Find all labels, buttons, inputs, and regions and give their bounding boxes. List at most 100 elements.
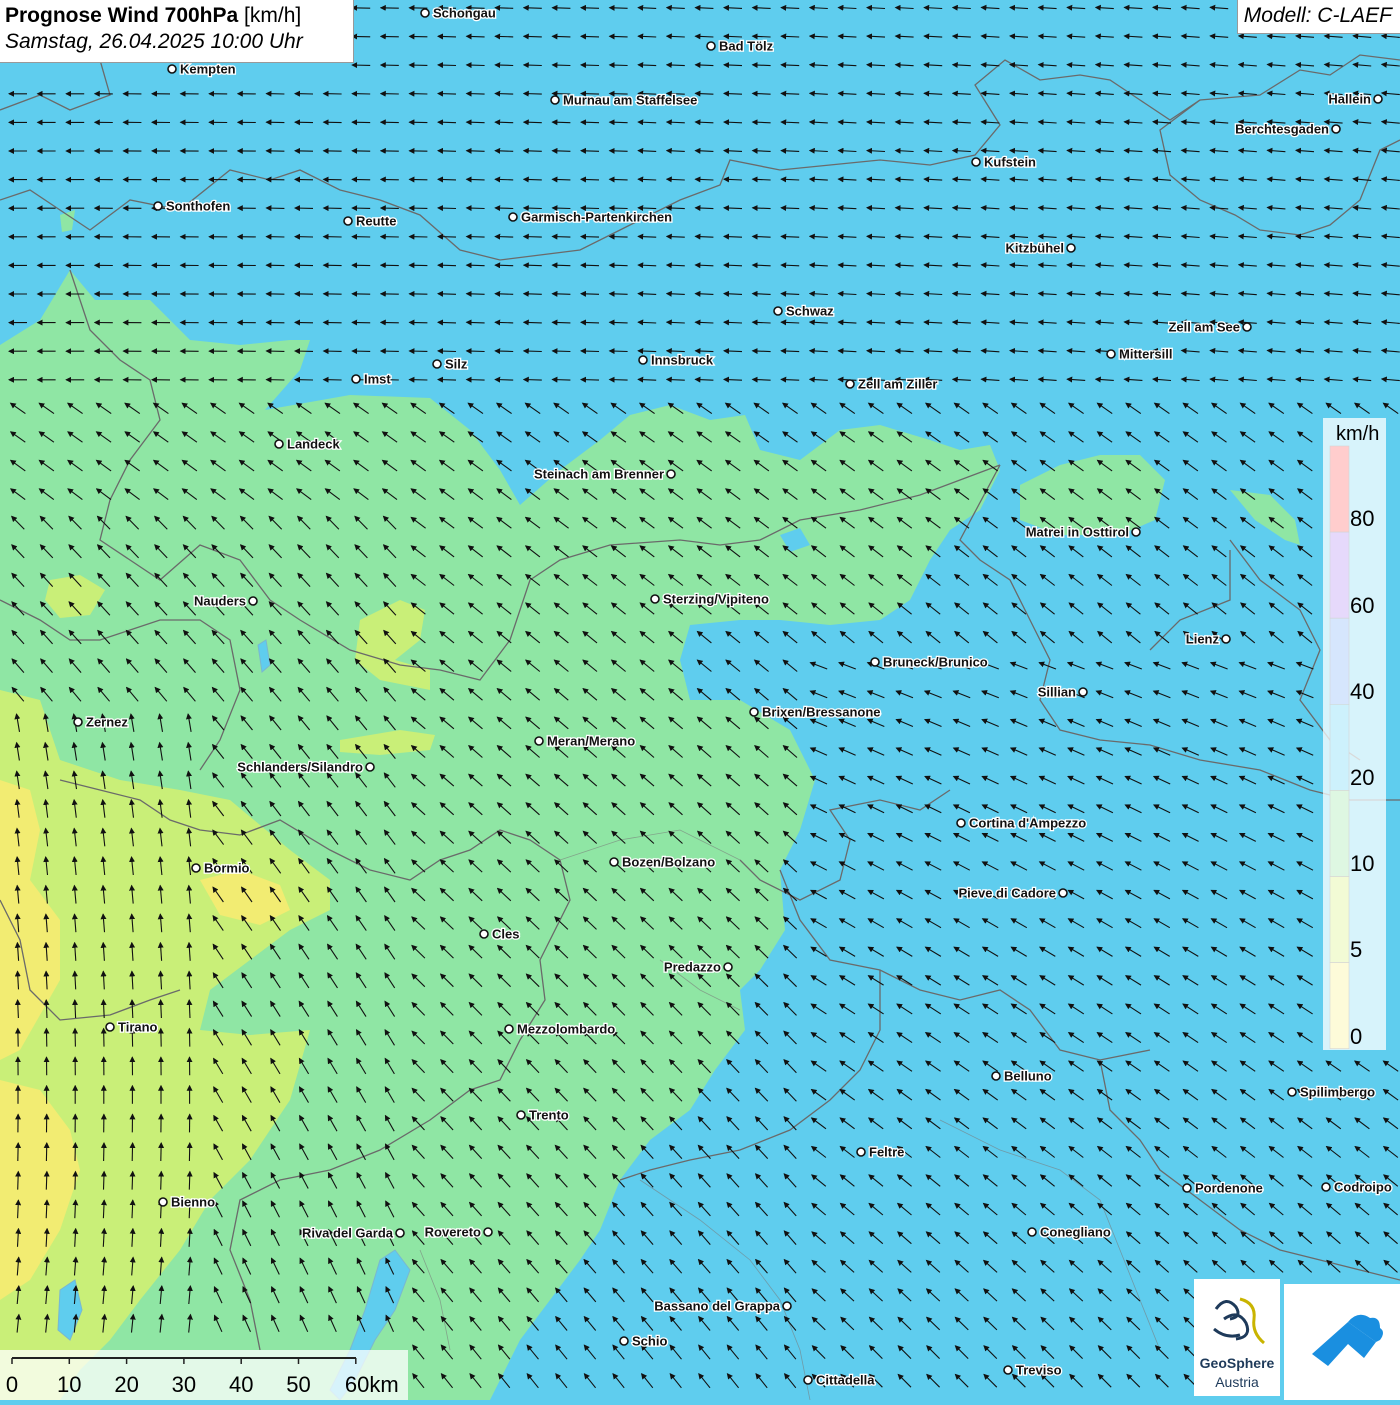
place-marker[interactable]	[651, 595, 659, 603]
cloud-arrow-icon	[1284, 1284, 1400, 1400]
wind-arrow	[495, 151, 513, 152]
wind-arrow	[581, 265, 599, 266]
wind-arrow	[467, 151, 485, 152]
wind-arrow	[581, 122, 599, 123]
place-marker[interactable]	[517, 1111, 525, 1119]
scale-tick-label: 60km	[345, 1372, 399, 1397]
place-marker[interactable]	[857, 1148, 865, 1156]
place-marker[interactable]	[1079, 688, 1087, 696]
wind-arrow	[524, 122, 542, 123]
place-marker[interactable]	[484, 1228, 492, 1236]
wind-arrow	[524, 8, 542, 9]
wind-arrow	[467, 36, 485, 37]
legend-label-0: 0	[1350, 1024, 1362, 1050]
place-label: Matrei in Osttirol	[1026, 525, 1129, 540]
place-label: Zell am See	[1168, 320, 1240, 335]
place-marker[interactable]	[774, 307, 782, 315]
place-marker[interactable]	[1243, 323, 1251, 331]
place-marker[interactable]	[1374, 95, 1382, 103]
wind-arrow	[495, 36, 513, 37]
place-label: Zernez	[86, 715, 128, 730]
place-marker[interactable]	[106, 1023, 114, 1031]
wind-arrow	[161, 1172, 162, 1190]
wind-arrow	[467, 94, 485, 95]
wind-arrow	[75, 1172, 76, 1190]
place-marker[interactable]	[992, 1072, 1000, 1080]
place-marker[interactable]	[1028, 1228, 1036, 1236]
place-marker[interactable]	[610, 858, 618, 866]
wind-arrow	[581, 151, 599, 152]
place-label: Kitzbühel	[1006, 241, 1065, 256]
app-logo[interactable]	[1284, 1284, 1400, 1400]
place-marker[interactable]	[168, 65, 176, 73]
place-label: Imst	[364, 372, 391, 387]
wind-arrow	[467, 237, 485, 238]
wind-arrow	[552, 36, 570, 37]
place-marker[interactable]	[804, 1376, 812, 1384]
place-marker[interactable]	[344, 217, 352, 225]
place-marker[interactable]	[159, 1198, 167, 1206]
scale-bar: 0102030405060km	[0, 1350, 408, 1400]
wind-arrow	[495, 322, 513, 323]
place-marker[interactable]	[1067, 244, 1075, 252]
place-label: Reutte	[356, 214, 396, 229]
wind-map[interactable]: SchongauBad TölzKemptenMurnau am Staffel…	[0, 0, 1400, 1400]
place-marker[interactable]	[505, 1025, 513, 1033]
place-marker[interactable]	[480, 930, 488, 938]
place-marker[interactable]	[1132, 528, 1140, 536]
wind-arrow	[610, 8, 628, 9]
place-marker[interactable]	[1332, 125, 1340, 133]
place-marker[interactable]	[957, 819, 965, 827]
place-marker[interactable]	[74, 718, 82, 726]
place-marker[interactable]	[535, 737, 543, 745]
place-label: Bruneck/Brunico	[883, 655, 988, 670]
place-marker[interactable]	[509, 213, 517, 221]
place-marker[interactable]	[1322, 1183, 1330, 1191]
legend-label-80: 80	[1350, 506, 1374, 532]
place-label: Sillian	[1038, 685, 1076, 700]
place-marker[interactable]	[1288, 1088, 1296, 1096]
place-label: Silz	[445, 357, 468, 372]
place-marker[interactable]	[396, 1229, 404, 1237]
place-marker[interactable]	[154, 202, 162, 210]
place-marker[interactable]	[366, 763, 374, 771]
place-marker[interactable]	[352, 375, 360, 383]
place-marker[interactable]	[750, 708, 758, 716]
place-label: Schwaz	[786, 304, 834, 319]
place-marker[interactable]	[620, 1337, 628, 1345]
place-marker[interactable]	[783, 1302, 791, 1310]
place-marker[interactable]	[639, 356, 647, 364]
wind-arrow	[495, 237, 513, 238]
place-marker[interactable]	[421, 9, 429, 17]
place-marker[interactable]	[1107, 350, 1115, 358]
wind-arrow	[495, 208, 513, 209]
place-marker[interactable]	[846, 380, 854, 388]
wind-arrow	[467, 294, 485, 295]
wind-arrow	[438, 237, 456, 238]
place-marker[interactable]	[1222, 635, 1230, 643]
place-marker[interactable]	[275, 440, 283, 448]
place-marker[interactable]	[972, 158, 980, 166]
wind-arrow	[552, 122, 570, 123]
place-label: Zell am Ziller	[858, 377, 937, 392]
place-marker[interactable]	[1059, 889, 1067, 897]
place-marker[interactable]	[433, 360, 441, 368]
place-marker[interactable]	[192, 864, 200, 872]
scale-bar-graphic: 0102030405060km	[0, 1350, 408, 1400]
place-marker[interactable]	[1004, 1366, 1012, 1374]
place-marker[interactable]	[707, 42, 715, 50]
place-marker[interactable]	[551, 96, 559, 104]
place-marker[interactable]	[724, 963, 732, 971]
wind-arrow	[610, 122, 628, 123]
place-marker[interactable]	[667, 470, 675, 478]
place-marker[interactable]	[1183, 1184, 1191, 1192]
place-marker[interactable]	[871, 658, 879, 666]
geosphere-logo-country: Austria	[1194, 1374, 1280, 1390]
place-marker[interactable]	[249, 597, 257, 605]
place-label: Mezzolombardo	[517, 1022, 615, 1037]
wind-arrow	[495, 8, 513, 9]
legend-label-40: 40	[1350, 679, 1374, 705]
geosphere-logo[interactable]: GeoSphere Austria	[1194, 1279, 1280, 1396]
place-label: Riva del Garda	[302, 1226, 394, 1241]
wind-arrow	[467, 351, 485, 352]
